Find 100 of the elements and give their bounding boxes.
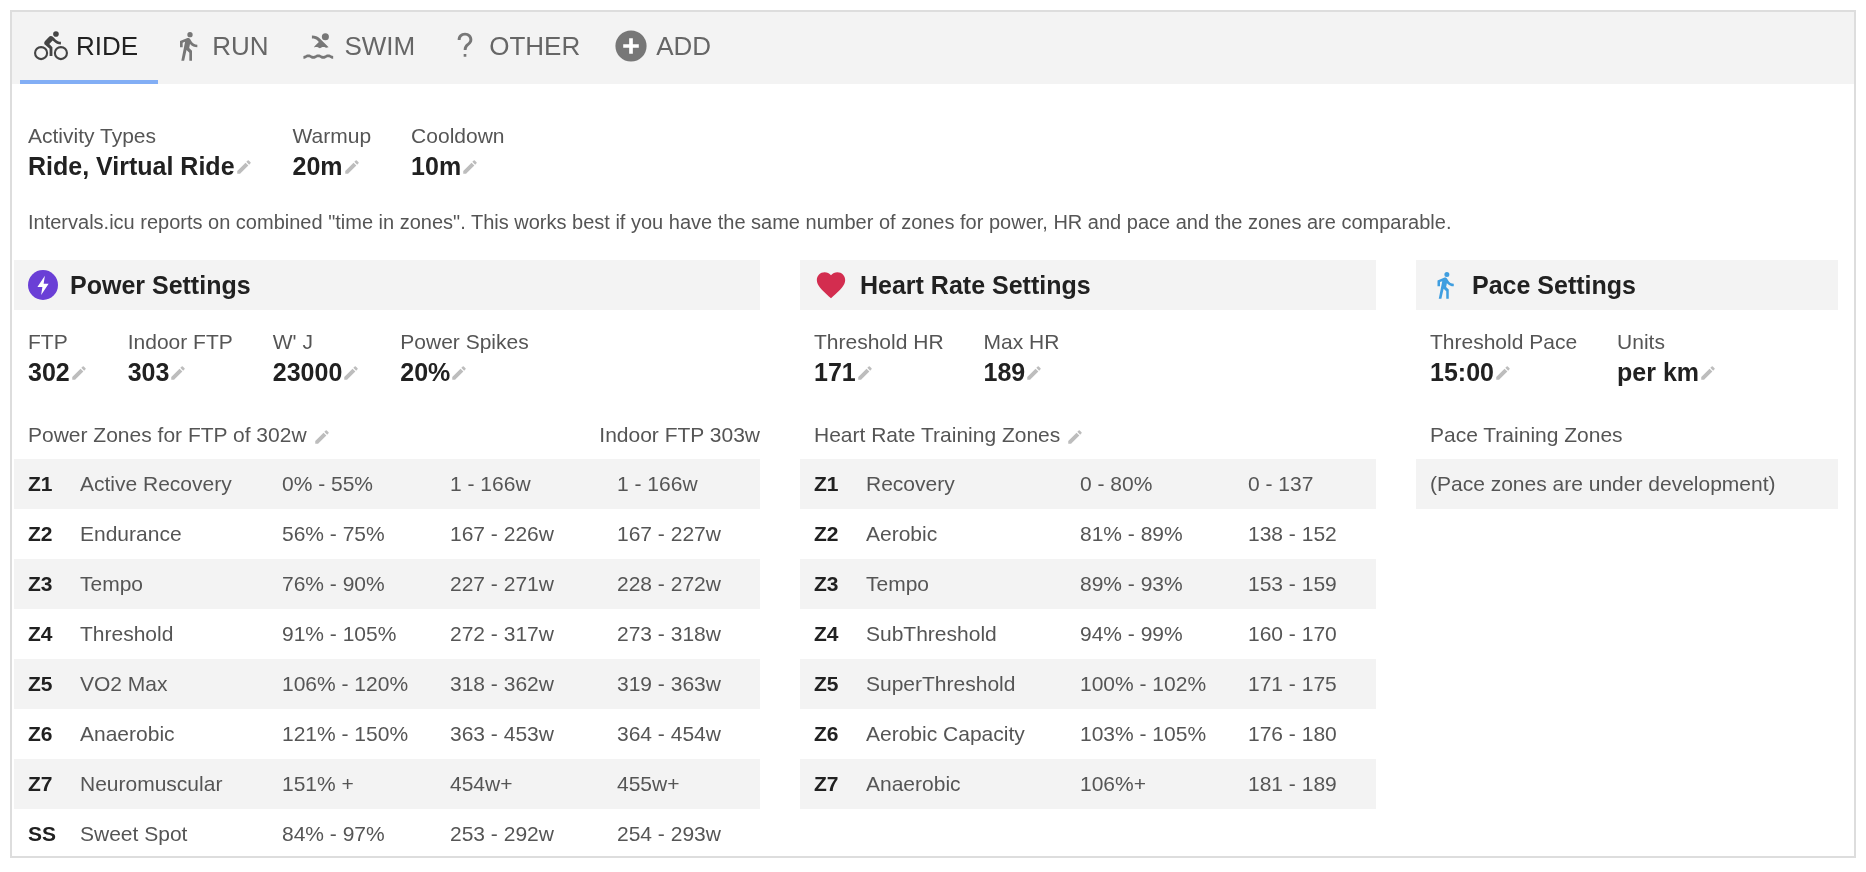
table-cell-text: Z7 — [27, 772, 54, 796]
table-cell-text: SS — [27, 822, 57, 846]
table-cell: 171 - 175 — [1248, 672, 1337, 696]
table-cell-text: 100% - 102% — [1080, 672, 1208, 696]
field-value: Ride, Virtual Ride — [28, 152, 235, 181]
field-label: Warmup — [292, 124, 372, 148]
table-cell-text: Anaerobic — [866, 772, 962, 796]
table-cell-text: 89% - 93% — [1080, 572, 1184, 596]
field-value: 171 — [814, 358, 856, 387]
table-cell-text: Z7 — [813, 772, 840, 796]
table-cell-text: Z4 — [27, 622, 54, 646]
table-cell-text: 106%+ — [1080, 772, 1147, 796]
table-cell-text: 103% - 105% — [1080, 722, 1208, 746]
field-label: Power Spikes — [400, 330, 529, 354]
zones-title: Pace Training Zones — [1430, 423, 1623, 447]
field-value: 10m — [411, 152, 462, 181]
table-cell-text: Aerobic Capacity — [866, 722, 1026, 746]
table-cell-text: Endurance — [80, 522, 183, 546]
field-value: 15:00 — [1430, 358, 1494, 387]
zones-title: Heart Rate Training Zones — [814, 423, 1061, 447]
table-cell-text: Z3 — [813, 572, 840, 596]
table-cell-text: Z6 — [813, 722, 840, 746]
table-cell-text: SuperThreshold — [866, 672, 1017, 696]
table-cell-text: 253 - 292w — [450, 822, 555, 846]
table-cell: 364 - 454w — [617, 722, 721, 746]
table-cell-text: 81% - 89% — [1080, 522, 1184, 546]
section-title: Heart Rate Settings — [860, 270, 1091, 300]
table-cell: 254 - 293w — [617, 822, 721, 846]
table-cell-text: 106% - 120% — [282, 672, 410, 696]
table-cell-text: 94% - 99% — [1080, 622, 1184, 646]
table-cell-text: 0% - 55% — [282, 472, 375, 496]
tab[interactable]: SWIM — [288, 12, 436, 84]
field-label: Units — [1617, 330, 1666, 354]
table-cell-text: 454w+ — [450, 772, 514, 796]
field-label: W' J — [272, 330, 314, 354]
info-note: Intervals.icu reports on combined "time in zones". This works best if you have the same number of zones for power, HR and pace and the zones are comparable. — [28, 211, 1453, 234]
table-cell-text: 91% - 105% — [282, 622, 398, 646]
field-label: Cooldown — [411, 124, 505, 148]
table-cell-text: Z2 — [813, 522, 840, 546]
field-label: Threshold HR — [814, 330, 944, 354]
table-cell-text: Neuromuscular — [80, 772, 224, 796]
field-value: 302 — [28, 358, 70, 387]
table-cell-text: Aerobic — [866, 522, 939, 546]
tab[interactable]: OTHER — [435, 12, 601, 84]
table-cell: 228 - 272w — [617, 572, 721, 596]
field-label: Indoor FTP — [127, 330, 233, 354]
table-cell: 1 - 166w — [617, 472, 698, 496]
tab[interactable]: RIDE — [20, 12, 159, 84]
section-title: Pace Settings — [1472, 270, 1636, 300]
table-cell-text: Z6 — [27, 722, 54, 746]
table-cell-text: Recovery — [866, 472, 956, 496]
table-cell-text: Active Recovery — [80, 472, 233, 496]
table-cell-text: Threshold — [80, 622, 175, 646]
table-cell-text: Tempo — [866, 572, 931, 596]
tab[interactable]: RUN — [158, 12, 289, 84]
table-cell-text: Sweet Spot — [80, 822, 189, 846]
table-cell: 176 - 180 — [1248, 722, 1337, 746]
zones-message: (Pace zones are under development) — [1416, 459, 1838, 509]
tab[interactable]: ADD — [600, 12, 732, 84]
field-label: Threshold Pace — [1430, 330, 1578, 354]
table-cell-text: Z4 — [813, 622, 840, 646]
zones-aside: Indoor FTP 303w — [599, 423, 760, 447]
table-cell: 153 - 159 — [1248, 572, 1337, 596]
table-cell-text: Z5 — [813, 672, 840, 696]
table-cell: 319 - 363w — [617, 672, 721, 696]
zones-title: Power Zones for FTP of 302w — [28, 423, 307, 447]
table-cell-text: Anaerobic — [80, 722, 176, 746]
table-cell-text: Z2 — [27, 522, 54, 546]
field-value: 20m — [292, 152, 343, 181]
table-cell: 138 - 152 — [1248, 522, 1337, 546]
field-value: 303 — [127, 358, 170, 387]
table-cell: 0 - 137 — [1248, 472, 1314, 496]
field-label: Max HR — [983, 330, 1060, 354]
table-cell-text: 76% - 90% — [282, 572, 386, 596]
table-cell: 273 - 318w — [617, 622, 721, 646]
table-cell-text: 1 - 166w — [450, 472, 532, 496]
table-cell-text: Z1 — [27, 472, 54, 496]
section-title: Power Settings — [70, 270, 251, 300]
field-label: Activity Types — [28, 124, 157, 148]
table-cell-text: SubThreshold — [866, 622, 998, 646]
table-cell-text: 84% - 97% — [282, 822, 386, 846]
table-cell-text: Tempo — [80, 572, 145, 596]
field-value: 20% — [400, 358, 451, 387]
table-cell-text: Z3 — [27, 572, 54, 596]
table-cell-text: 227 - 271w — [450, 572, 555, 596]
table-cell-text: 0 - 80% — [1080, 472, 1154, 496]
table-cell-text: 121% - 150% — [282, 722, 410, 746]
table-cell-text: 167 - 226w — [450, 522, 555, 546]
field-label: FTP — [28, 330, 69, 354]
field-value: 23000 — [272, 358, 343, 387]
table-cell-text: 151% + — [282, 772, 355, 796]
field-value: 189 — [983, 358, 1026, 387]
table-cell: 181 - 189 — [1248, 772, 1337, 796]
table-cell-text: VO2 Max — [80, 672, 169, 696]
field-value: per km — [1617, 358, 1700, 387]
table-cell-text: 363 - 453w — [450, 722, 555, 746]
table-cell: 167 - 227w — [617, 522, 721, 546]
table-cell: 160 - 170 — [1248, 622, 1337, 646]
table-cell-text: 56% - 75% — [282, 522, 386, 546]
table-cell: 455w+ — [617, 772, 680, 796]
